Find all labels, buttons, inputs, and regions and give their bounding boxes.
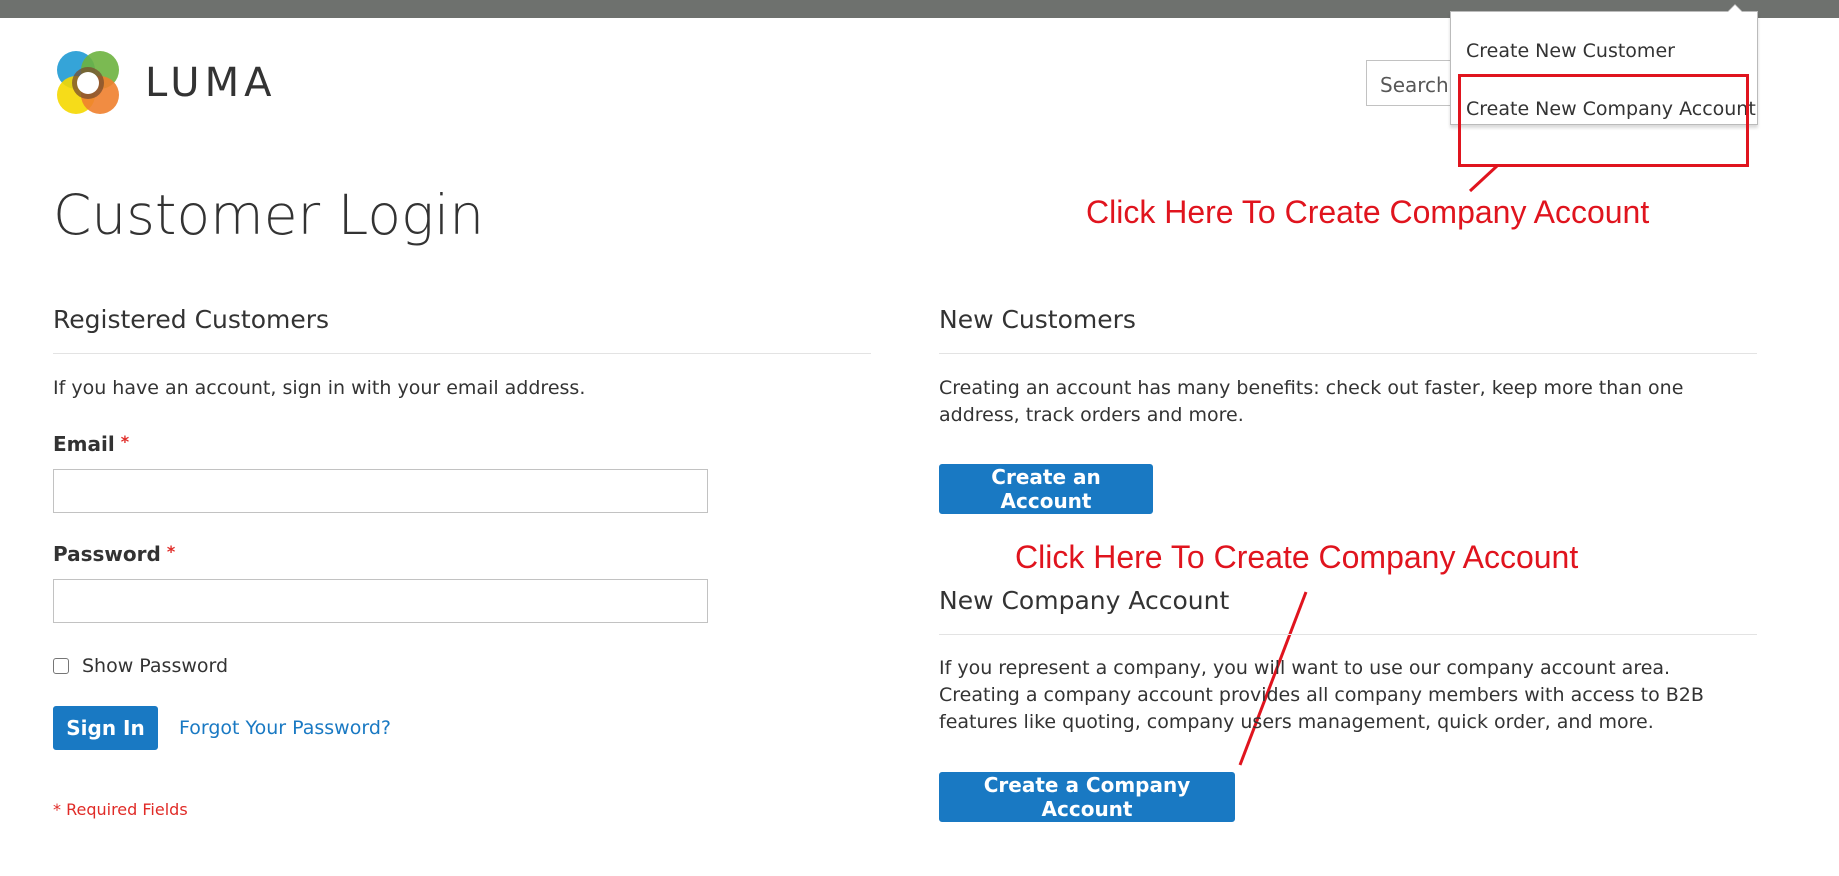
- luma-logo[interactable]: LUMA: [53, 48, 276, 118]
- new-company-intro: If you represent a company, you will wan…: [939, 657, 1704, 733]
- show-password-row[interactable]: Show Password: [53, 655, 228, 677]
- new-customers-divider: [939, 353, 1757, 354]
- annotation-pointer-top: [1468, 164, 1499, 193]
- password-required-mark: *: [166, 542, 176, 561]
- dropdown-item-create-new-customer[interactable]: Create New Customer: [1466, 40, 1675, 62]
- luma-logo-icon: [57, 51, 119, 114]
- sign-in-button[interactable]: Sign In: [53, 706, 158, 750]
- logo-text: LUMA: [145, 60, 277, 106]
- annotation-callout-bottom: Click Here To Create Company Account: [1015, 539, 1579, 575]
- registered-intro: If you have an account, sign in with you…: [53, 377, 586, 399]
- password-field[interactable]: [53, 579, 708, 623]
- annotation-highlight-box: [1458, 74, 1749, 167]
- required-fields-note: * Required Fields: [53, 800, 188, 819]
- registered-customers-title: Registered Customers: [53, 305, 330, 334]
- create-account-button[interactable]: Create an Account: [939, 464, 1153, 514]
- annotation-callout-top: Click Here To Create Company Account: [1086, 194, 1650, 230]
- show-password-label[interactable]: Show Password: [82, 655, 228, 677]
- new-customers-intro: Creating an account has many benefits: c…: [939, 377, 1684, 426]
- email-field[interactable]: [53, 469, 708, 513]
- new-company-account-title: New Company Account: [939, 586, 1230, 615]
- email-required-mark: *: [120, 432, 130, 451]
- email-label-text: Email: [53, 432, 115, 456]
- password-label-text: Password: [53, 542, 161, 566]
- email-label: Email *: [53, 432, 130, 456]
- page-title: Customer Login: [53, 183, 485, 247]
- new-company-divider: [939, 634, 1757, 635]
- password-label: Password *: [53, 542, 176, 566]
- create-company-account-button[interactable]: Create a Company Account: [939, 772, 1235, 822]
- registered-divider: [53, 353, 871, 354]
- show-password-checkbox[interactable]: [53, 658, 69, 674]
- forgot-password-link[interactable]: Forgot Your Password?: [179, 717, 391, 739]
- new-customers-title: New Customers: [939, 305, 1136, 334]
